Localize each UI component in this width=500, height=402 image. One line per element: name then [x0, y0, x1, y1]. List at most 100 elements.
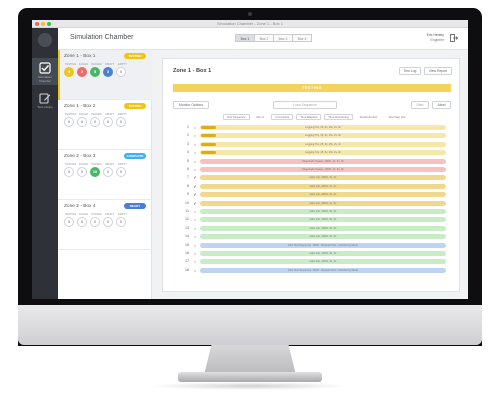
row-number: 5 [187, 158, 189, 163]
filter-serial-number[interactable]: Serial Number [355, 114, 382, 120]
table-row[interactable]: 12 ○ Gain List, 100%, 3c, 3c [173, 216, 451, 223]
stat-label-passed: PASSED [91, 163, 102, 166]
row-step-bar: Gain List, 100%, 3c, 3c [200, 225, 446, 231]
stat-label-empty: EMPTY [118, 213, 127, 216]
start-button[interactable]: Start [411, 101, 429, 109]
stat-labels: TESTING FAILED PASSED ABORT EMPTY [64, 113, 129, 116]
row-step-bar: LNC Test Sequence, 100% - Repeat Point -… [200, 267, 446, 273]
row-step-label: Logging Tcs, 25, 3v, 16v, 2v, 3c [305, 142, 341, 146]
row-progress-fill [201, 151, 216, 155]
row-step-bar: Magnitude Sweep, 100%, 1c, 3c, 3c [200, 167, 446, 172]
row-step-label: Gain List, 100%, 3c, 3c [309, 193, 337, 197]
table-row[interactable]: 11 ○ Gain List, 100%, 3c, 3c [173, 208, 451, 215]
load-sequence-button[interactable]: Load Sequence [273, 101, 337, 109]
table-row[interactable]: 3 ○ Logging Tcs, 25, 3v, 16v, 2v, 3c [173, 141, 451, 148]
stat-count: 0 [64, 167, 74, 177]
sidebar: Simulation Chamber Test Library [32, 28, 58, 299]
zone-card-3[interactable]: Zone 2 - Box 3 COMPLETE TESTING FAILED P… [58, 150, 152, 200]
zone-list: Zone 1 - Box 1 TESTING TESTING FAILED PA… [58, 50, 152, 299]
table-row[interactable]: 7 ✔ Gain List, 100%, 3c, 3c [173, 174, 451, 181]
stat-count: 0 [103, 117, 113, 127]
stat-label-abort: ABORT [105, 163, 114, 166]
row-step-bar: Gain List, 100%, 3c, 3c [200, 217, 446, 223]
abort-button[interactable]: Abort [432, 101, 451, 109]
row-step-label: Logging Tcs, 25, 3v, 16v, 2v, 3c [305, 126, 341, 129]
stat-count: 3 [103, 67, 113, 77]
app-header: Simulation Chamber Box 1 Box 2 Box 3 Box… [58, 28, 468, 50]
user-info[interactable]: Eric Henley Engineer [427, 33, 444, 42]
stat-label-abort: ABORT [105, 63, 114, 66]
filter-time-elapsed[interactable]: Time Elapsed [296, 114, 322, 120]
stand-shadow [150, 382, 350, 390]
row-status-icon: ○ [193, 251, 197, 256]
monitor-options-select[interactable]: Monitor Options [173, 101, 209, 109]
screen: Simulation Chamber - Zone 1 - Box 1 Simu… [32, 20, 468, 299]
row-step-label: Gain List, 100%, 3c, 3c [309, 252, 337, 255]
row-step-bar: Logging Tcs, 25, 3v, 16v, 2v, 3c [200, 125, 446, 130]
table-row[interactable]: 1 ○ Logging Tcs, 25, 3v, 16v, 2v, 3c [173, 124, 451, 131]
stat-circles: 0 0 10 0 0 [64, 167, 129, 177]
row-number: 10 [185, 200, 189, 205]
tab-box-2[interactable]: Box 2 [254, 34, 274, 42]
table-row[interactable]: 10 ✔ Gain List, 100%, 3c, 3c [173, 200, 451, 207]
table-row[interactable]: 2 ○ Logging Tcs, 25, 3v, 16v, 2v, 3c [173, 132, 451, 139]
stat-label-failed: FAILED [79, 63, 88, 66]
view-report-button[interactable]: View Report [424, 67, 452, 75]
table-row[interactable]: 8 ✔ Gain List, 100%, 3c, 3c [173, 183, 451, 190]
row-number: 9 [187, 192, 189, 197]
page-title: Simulation Chamber [70, 34, 134, 41]
stat-label-testing: TESTING [64, 113, 77, 116]
zone-card-2[interactable]: Zone 1 - Box 2 TESTING TESTING FAILED PA… [58, 100, 152, 150]
sidebar-item-simulation-chamber[interactable]: Simulation Chamber [32, 58, 58, 85]
table-row[interactable]: 5 ○ Magnitude Sweep, 100%, 1c, 3c, 3c [173, 158, 451, 165]
stat-labels: TESTING FAILED PASSED ABORT EMPTY [64, 213, 129, 216]
row-status-icon: ○ [193, 267, 197, 273]
tab-box-3[interactable]: Box 3 [273, 34, 293, 42]
row-step-label: Gain List, 100%, 3c, 3c [309, 218, 337, 222]
stat-count: 0 [116, 167, 126, 177]
stat-labels: TESTING FAILED PASSED ABORT EMPTY [64, 63, 129, 66]
test-log-button[interactable]: Test Log [399, 67, 421, 75]
tab-box-4[interactable]: Box 4 [292, 34, 312, 42]
table-row[interactable]: 9 ✔ Gain List, 100%, 3c, 3c [173, 191, 451, 198]
close-window-button[interactable] [35, 22, 39, 26]
stat-count: 0 [77, 217, 87, 227]
logout-icon[interactable] [450, 34, 458, 42]
minimize-window-button[interactable] [41, 22, 45, 26]
row-number: 11 [185, 209, 189, 213]
stat-labels: TESTING FAILED PASSED ABORT EMPTY [64, 163, 129, 166]
table-row[interactable]: 16 ○ Gain List, 100%, 3c, 3c [173, 250, 451, 257]
filter-test-sequence[interactable]: Test Sequence [223, 114, 250, 120]
table-row[interactable]: 13 ○ Gain List, 100%, 3c, 3c [173, 225, 451, 232]
zone-card-1[interactable]: Zone 1 - Box 1 TESTING TESTING FAILED PA… [58, 50, 152, 100]
row-status-icon: ○ [193, 125, 197, 130]
table-row[interactable]: 15 ○ LNC Test Sequence, 100% - Repeat Poin… [173, 242, 451, 249]
filter-bar: Test Sequence Run 4 3 Complete Time Elap… [223, 114, 413, 120]
sidebar-item-test-library[interactable]: Test Library [32, 88, 58, 115]
user-role: Engineer [430, 37, 444, 42]
row-step-label: Gain List, 100%, 3c, 3c [309, 184, 337, 188]
row-step-bar: Logging Tcs, 25, 3v, 16v, 2v, 3c [200, 133, 446, 139]
tab-box-1[interactable]: Box 1 [235, 34, 255, 42]
camera-dot [248, 12, 252, 16]
stat-circles: 0 0 0 0 0 [64, 117, 129, 127]
filter-complete[interactable]: 3 Complete [270, 114, 294, 120]
stat-count: 0 [77, 117, 87, 127]
row-progress-fill [201, 126, 216, 129]
table-row[interactable]: 18 ○ LNC Test Sequence, 100% - Repeat Poin… [173, 267, 451, 274]
table-row[interactable]: 17 ○ Gain List, 100%, 3c, 3c [173, 258, 451, 265]
row-status-icon: ○ [193, 242, 197, 248]
filter-time-remaining[interactable]: Time Remaining [324, 114, 353, 120]
row-number: 2 [187, 133, 189, 138]
zone-card-4[interactable]: Zone 2 - Box 4 READY TESTING FAILED PASS… [58, 200, 152, 250]
row-number: 3 [187, 141, 189, 146]
monitor-chin [18, 305, 482, 345]
filter-test-step-info[interactable]: Test Step Info [384, 114, 410, 120]
maximize-window-button[interactable] [47, 22, 51, 26]
row-status-icon: ○ [193, 234, 197, 240]
table-row[interactable]: 14 ○ Gain List, 100%, 3c, 3c [173, 233, 451, 240]
table-row[interactable]: 4 ○ Logging Tcs, 25, 3v, 16v, 2v, 3c [173, 149, 451, 156]
table-row[interactable]: 6 ○ Magnitude Sweep, 100%, 1c, 3c, 3c [173, 166, 451, 173]
box-tabs: Box 1 Box 2 Box 3 Box 4 [235, 34, 312, 42]
filter-run[interactable]: Run 4 [252, 114, 268, 120]
